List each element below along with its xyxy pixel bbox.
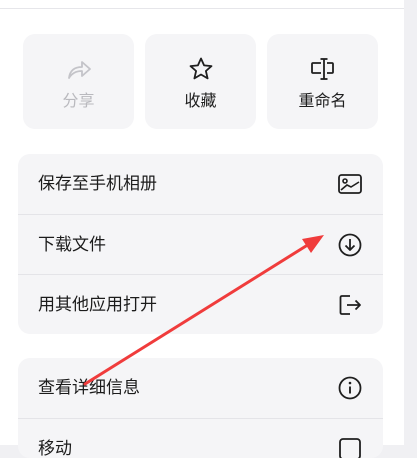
favorite-button[interactable]: 收藏 [145,34,256,129]
rename-icon [267,56,378,82]
action-sheet: 分享 收藏 重命名 保存至手机相册 下载文件 用其他应用打开 查看详细信息 移动 [0,0,404,458]
save-to-album-label: 保存至手机相册 [38,174,157,194]
menu-group-more: 查看详细信息 移动 [18,358,383,458]
share-button[interactable]: 分享 [23,34,134,129]
view-details-label: 查看详细信息 [38,378,140,398]
quick-actions: 分享 收藏 重命名 [23,34,379,129]
share-icon [23,56,134,82]
open-with-other-app-item[interactable]: 用其他应用打开 [18,274,383,334]
move-label: 移动 [38,439,72,458]
divider [0,8,404,9]
open-external-icon [337,292,363,318]
info-icon [337,375,363,401]
move-item[interactable]: 移动 [18,418,383,458]
download-icon [337,232,363,258]
view-details-item[interactable]: 查看详细信息 [18,358,383,418]
rename-button[interactable]: 重命名 [267,34,378,129]
image-icon [337,171,363,197]
favorite-label: 收藏 [184,91,217,110]
save-to-album-item[interactable]: 保存至手机相册 [18,154,383,214]
folder-icon [337,436,363,458]
share-label: 分享 [62,91,95,110]
download-file-label: 下载文件 [38,235,106,255]
star-icon [145,56,256,82]
open-with-other-app-label: 用其他应用打开 [38,295,157,315]
rename-label: 重命名 [298,91,347,110]
menu-group-file-actions: 保存至手机相册 下载文件 用其他应用打开 [18,154,383,334]
download-file-item[interactable]: 下载文件 [18,214,383,274]
